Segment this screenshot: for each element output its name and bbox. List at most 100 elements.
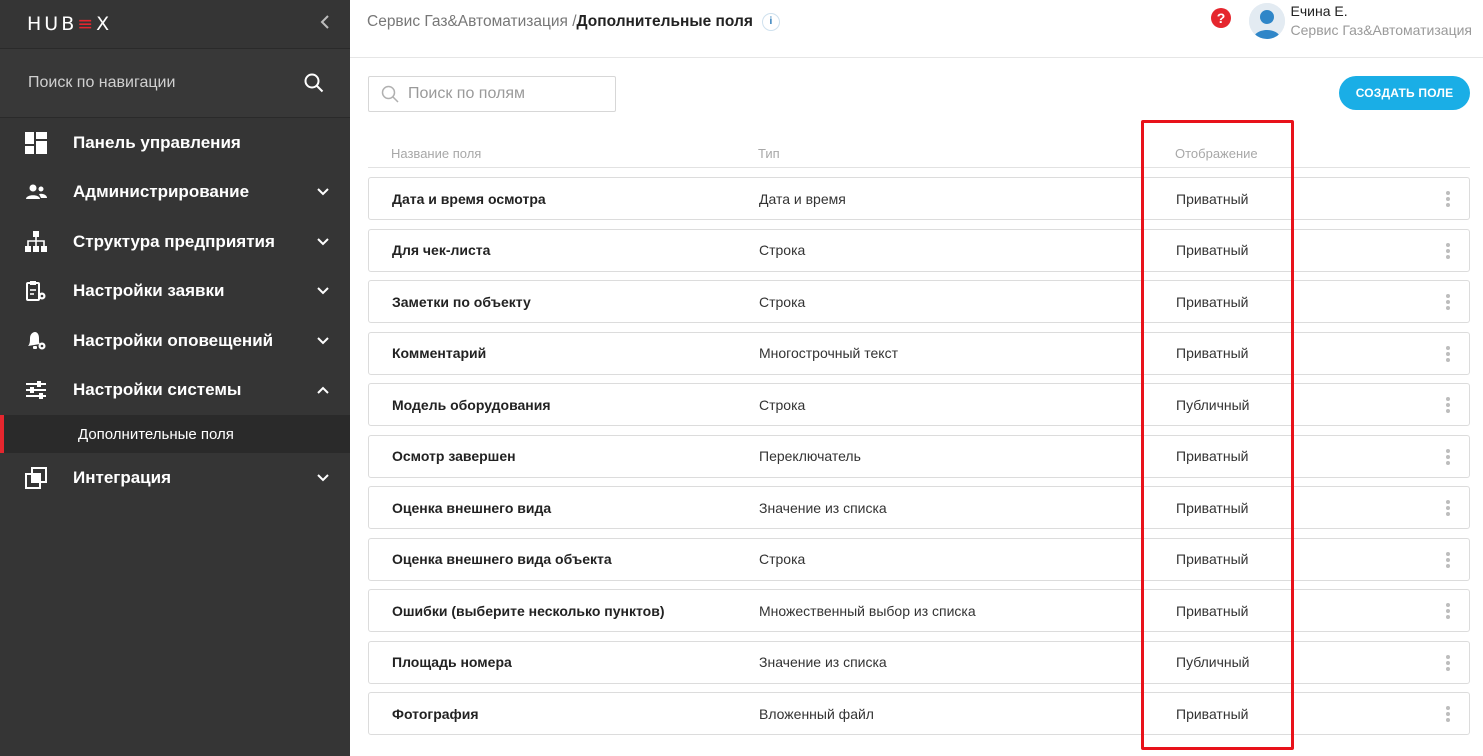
more-actions-icon[interactable] <box>1443 189 1453 209</box>
table-row[interactable]: Комментарий Многострочный текст Приватный <box>368 331 1470 375</box>
table-row[interactable]: Оценка внешнего вида объекта Строка Приват… <box>368 537 1470 581</box>
sidebar-item-label: Настройки оповещений <box>73 330 274 350</box>
chevron-down-icon <box>317 287 329 295</box>
table-header: Название поля Тип Отображение <box>368 140 1470 168</box>
field-type-cell: Строка <box>759 293 806 310</box>
collapse-sidebar-button[interactable] <box>320 14 330 34</box>
table-row[interactable]: Модель оборудования Строка Публичный <box>368 383 1470 426</box>
table-row[interactable]: Для чек-листа Строка Приватный <box>368 228 1470 272</box>
notification-settings-icon <box>24 329 48 353</box>
sidebar-item-label: Интеграция <box>73 467 172 487</box>
info-icon[interactable]: i <box>761 12 780 31</box>
field-visibility-cell: Приватный <box>1176 448 1249 464</box>
avatar[interactable] <box>1248 3 1285 39</box>
more-actions-icon[interactable] <box>1443 704 1453 724</box>
kebab-dot <box>1446 345 1450 350</box>
field-name-cell: Заметки по объекту <box>392 293 531 310</box>
chevron-up-icon <box>317 386 329 394</box>
hubex-logo[interactable]: HUB≡X <box>27 13 112 35</box>
more-actions-icon[interactable] <box>1443 241 1453 261</box>
field-name-cell: Осмотр завершен <box>392 448 516 464</box>
field-search[interactable] <box>368 76 616 112</box>
field-name-cell: Оценка внешнего вида объекта <box>392 551 612 567</box>
sidebar-item-label: Панель управления <box>73 132 241 152</box>
kebab-dot <box>1446 409 1450 413</box>
kebab-dot <box>1446 512 1450 516</box>
field-visibility-cell: Приватный <box>1176 705 1249 722</box>
kebab-dot <box>1446 660 1450 665</box>
kebab-dot <box>1446 351 1450 356</box>
table-row[interactable]: Дата и время осмотра Дата и время Приватны… <box>368 177 1470 220</box>
column-header-type[interactable]: Тип <box>735 146 1152 161</box>
kebab-dot <box>1446 197 1450 201</box>
kebab-dot <box>1446 460 1450 465</box>
more-actions-icon[interactable] <box>1443 653 1453 673</box>
sidebar-item-enterprise-structure[interactable]: Структура предприятия <box>0 217 350 267</box>
more-actions-icon[interactable] <box>1443 292 1453 312</box>
nav-search-label: Поиск по навигации <box>28 74 176 91</box>
field-type-cell: Множественный выбор из списка <box>759 602 976 619</box>
breadcrumb-parent[interactable]: Сервис Газ&Автоматизация / <box>367 13 577 31</box>
sidebar-item-administration[interactable]: Администрирование <box>0 168 350 218</box>
chevron-down-icon <box>317 188 329 196</box>
kebab-dot <box>1446 397 1450 401</box>
nav-search[interactable]: Поиск по навигации <box>0 48 350 118</box>
more-actions-icon[interactable] <box>1443 498 1453 518</box>
field-visibility-cell: Приватный <box>1176 345 1249 361</box>
kebab-dot <box>1446 654 1450 659</box>
kebab-dot <box>1446 191 1450 195</box>
more-actions-icon[interactable] <box>1443 601 1453 621</box>
kebab-dot <box>1446 706 1450 710</box>
table-row[interactable]: Площадь номера Значение из списка Публичны… <box>368 640 1470 684</box>
svg-text:?: ? <box>1216 10 1225 26</box>
sidebar-item-notification-settings[interactable]: Настройки оповещений <box>0 316 350 366</box>
breadcrumb-current: Дополнительные поля <box>576 12 753 30</box>
table-row[interactable]: Фотография Вложенный файл Приватный <box>368 692 1470 735</box>
field-name-cell: Оценка внешнего вида <box>392 499 552 516</box>
user-info[interactable]: Ечина Е. Сервис Газ&Автоматизация <box>1291 2 1472 40</box>
column-header-visibility[interactable]: Отображение <box>1152 146 1470 161</box>
chevron-down-icon <box>317 337 329 345</box>
more-actions-icon[interactable] <box>1443 395 1453 415</box>
table-row[interactable]: Заметки по объекту Строка Приватный <box>368 280 1470 323</box>
sidebar-item-request-settings[interactable]: Настройки заявки <box>0 267 350 317</box>
field-search-input[interactable] <box>408 85 598 103</box>
chevron-down-icon <box>317 238 329 246</box>
sidebar-item-dashboard[interactable]: Панель управления <box>0 118 350 168</box>
kebab-dot <box>1446 557 1450 562</box>
field-visibility-cell: Приватный <box>1176 499 1249 516</box>
field-type-cell: Строка <box>759 551 806 567</box>
table-row[interactable]: Оценка внешнего вида Значение из списка Пр… <box>368 486 1470 529</box>
field-type-cell: Значение из списка <box>759 654 887 670</box>
dashboard-icon <box>24 131 48 155</box>
kebab-dot <box>1446 357 1450 362</box>
kebab-dot <box>1446 718 1450 722</box>
column-header-name[interactable]: Название поля <box>368 146 735 161</box>
sidebar-item-integration[interactable]: Интеграция <box>0 453 350 503</box>
kebab-dot <box>1446 306 1450 310</box>
kebab-dot <box>1446 448 1450 453</box>
kebab-dot <box>1446 242 1450 247</box>
search-icon[interactable] <box>304 73 324 93</box>
more-actions-icon[interactable] <box>1443 344 1453 364</box>
more-actions-icon[interactable] <box>1443 447 1453 467</box>
logo-accent: ≡ <box>77 13 97 35</box>
table-row[interactable]: Ошибки (выберите несколько пунктов) Множе… <box>368 589 1470 632</box>
table-body: Дата и время осмотра Дата и время Приватны… <box>368 177 1470 735</box>
create-field-button[interactable]: СОЗДАТЬ ПОЛЕ <box>1339 76 1470 110</box>
table-row[interactable]: Осмотр завершен Переключатель Приватный <box>368 434 1470 478</box>
more-actions-icon[interactable] <box>1443 550 1453 570</box>
field-type-cell: Дата и время <box>759 190 846 207</box>
sidebar-item-system-settings[interactable]: Настройки системы <box>0 366 350 416</box>
help-icon[interactable]: ? <box>1210 7 1232 29</box>
field-name-cell: Ошибки (выберите несколько пунктов) <box>392 602 665 619</box>
kebab-dot <box>1446 712 1450 716</box>
field-name-cell: Дата и время осмотра <box>392 190 546 207</box>
logo-text-part-1: HUB <box>27 13 78 35</box>
field-visibility-cell: Приватный <box>1176 551 1249 567</box>
kebab-dot <box>1446 203 1450 207</box>
org-structure-icon <box>24 230 48 254</box>
integration-icon <box>24 466 48 490</box>
sidebar-subitem-additional-fields[interactable]: Дополнительные поля <box>0 415 350 453</box>
kebab-dot <box>1446 294 1450 298</box>
